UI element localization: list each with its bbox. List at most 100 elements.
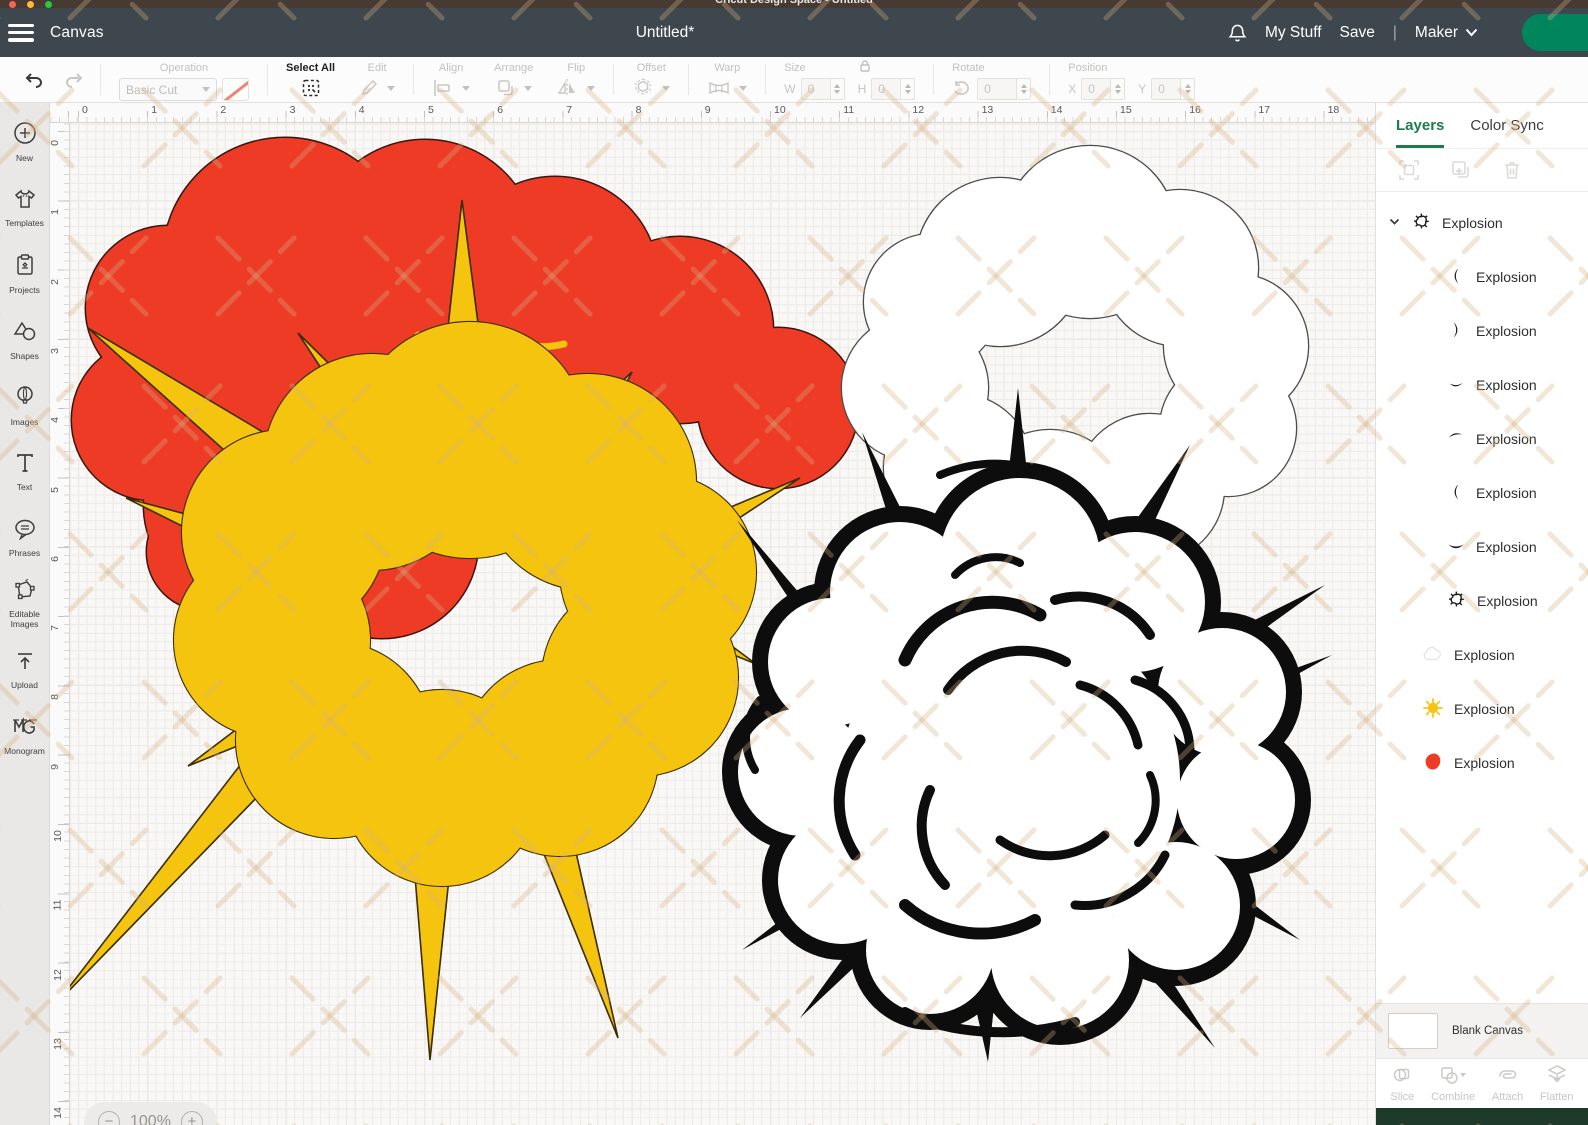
select-all-group: Select All	[274, 57, 347, 102]
redo-icon[interactable]	[63, 70, 85, 90]
operation-label: Operation	[159, 62, 209, 74]
layer-label: Explosion	[1476, 539, 1537, 555]
h-ruler-tick: 13	[981, 104, 994, 116]
group-icon[interactable]	[1398, 159, 1420, 181]
width-stepper[interactable]	[830, 78, 845, 100]
crescent-open-right-icon	[1446, 320, 1466, 343]
combine-button[interactable]: Combine	[1431, 1065, 1475, 1103]
x-stepper[interactable]	[1111, 78, 1126, 100]
height-stepper[interactable]	[901, 78, 916, 100]
app-header: Canvas Untitled* My Stuff Save | Maker	[0, 8, 1588, 57]
layer-row[interactable]: Explosion	[1376, 682, 1588, 736]
align-menu[interactable]	[432, 78, 471, 98]
canvas-artwork	[70, 136, 1332, 1062]
tab-color-sync[interactable]: Color Sync	[1470, 117, 1543, 148]
offset-menu[interactable]	[632, 78, 671, 98]
my-stuff-link[interactable]: My Stuff	[1265, 24, 1322, 42]
layer-label: Explosion	[1442, 215, 1503, 231]
sidebar-item-templates[interactable]: Templates	[0, 175, 49, 241]
v-ruler-tick: 13	[51, 1038, 64, 1050]
align-group: Align	[420, 57, 482, 102]
caret-down-icon	[202, 87, 210, 92]
operation-select[interactable]: Basic Cut	[119, 78, 217, 101]
sidebar-item-text[interactable]: Text	[0, 439, 49, 505]
layer-row[interactable]: Explosion	[1376, 574, 1588, 628]
sidebar-item-monogram[interactable]: Monogram	[0, 703, 49, 769]
h-ruler-tick: 17	[1258, 104, 1271, 116]
blank-canvas-row[interactable]: Blank Canvas	[1376, 1003, 1588, 1058]
sidebar-item-label: Images	[10, 417, 39, 427]
warp-menu[interactable]	[707, 78, 748, 98]
undo-icon[interactable]	[23, 70, 45, 90]
burst-yellow-icon	[1422, 697, 1444, 722]
arrange-menu[interactable]	[496, 78, 532, 98]
sidebar-item-shapes[interactable]: Shapes	[0, 307, 49, 373]
menu-hamburger-icon[interactable]	[8, 23, 34, 42]
crescent-open-left-icon	[1446, 266, 1466, 289]
sidebar-item-label: Text	[16, 482, 33, 492]
promo-banner-strip	[1376, 1108, 1588, 1125]
layer-row[interactable]: Explosion	[1376, 466, 1588, 520]
height-input[interactable]: 0	[871, 78, 902, 100]
sidebar-item-editable-images[interactable]: Editable Images	[0, 571, 49, 637]
flip-menu[interactable]	[557, 78, 596, 98]
width-input[interactable]: 0	[800, 78, 831, 100]
upload-icon	[14, 650, 36, 677]
layer-row[interactable]: Explosion	[1376, 736, 1588, 790]
x-axis-label: X	[1068, 82, 1077, 96]
color-swatch-none[interactable]	[222, 78, 249, 101]
os-titlebar: Cricut Design Space - Untitled	[0, 0, 1588, 8]
layer-row[interactable]: Explosion	[1376, 628, 1588, 682]
zoom-window-icon[interactable]	[45, 1, 52, 8]
layer-label: Explosion	[1454, 755, 1515, 771]
design-canvas[interactable]: 0 1 2 3 4 5 6 7 8 9 10 11 12 13 14 15 16 17 18 01234567891…	[50, 103, 1375, 1125]
zoom-in-icon[interactable]: +	[180, 1111, 203, 1125]
sidebar-item-new[interactable]: New	[0, 109, 49, 175]
rotate-stepper[interactable]	[1017, 78, 1032, 100]
delete-icon[interactable]	[1502, 159, 1522, 181]
arrange-group: Arrange	[482, 57, 545, 102]
edit-group: Edit	[347, 57, 407, 102]
v-ruler-tick: 11	[51, 899, 64, 911]
duplicate-icon[interactable]	[1450, 159, 1472, 181]
nav-canvas[interactable]: Canvas	[50, 24, 104, 42]
chevron-down-icon[interactable]	[1388, 215, 1401, 231]
save-link[interactable]: Save	[1340, 24, 1375, 42]
monogram-icon	[12, 716, 38, 743]
sidebar-item-images[interactable]: Images	[0, 373, 49, 439]
rotate-input[interactable]: 0	[977, 78, 1018, 100]
layer-label: Explosion	[1454, 647, 1515, 663]
make-it-button[interactable]	[1522, 14, 1588, 51]
edit-menu[interactable]	[359, 78, 396, 98]
select-all-icon[interactable]	[301, 78, 321, 98]
lock-icon[interactable]	[858, 59, 872, 73]
slice-button[interactable]: Slice	[1390, 1065, 1414, 1103]
window-title: Cricut Design Space - Untitled	[715, 0, 873, 6]
close-window-icon[interactable]	[9, 1, 16, 8]
layer-row[interactable]: Explosion	[1376, 412, 1588, 466]
h-ruler-tick: 7	[566, 104, 573, 116]
h-ruler-tick: 12	[912, 104, 925, 116]
zoom-out-icon[interactable]: −	[98, 1111, 120, 1125]
x-input[interactable]: 0	[1081, 78, 1112, 100]
layer-row[interactable]: Explosion	[1376, 520, 1588, 574]
layer-row[interactable]: Explosion	[1376, 304, 1588, 358]
flatten-button[interactable]: Flatten	[1540, 1064, 1574, 1103]
machine-selector[interactable]: Maker	[1415, 24, 1478, 42]
layer-row[interactable]: Explosion	[1376, 196, 1588, 250]
y-stepper[interactable]	[1181, 78, 1196, 100]
layer-row[interactable]: Explosion	[1376, 250, 1588, 304]
notifications-bell-icon[interactable]	[1228, 23, 1247, 43]
h-ruler-tick: 10	[774, 104, 786, 116]
sidebar-item-upload[interactable]: Upload	[0, 637, 49, 703]
tab-layers[interactable]: Layers	[1396, 117, 1445, 148]
sidebar-item-phrases[interactable]: Phrases	[0, 505, 49, 571]
tshirt-icon	[13, 188, 37, 215]
layer-row[interactable]: Explosion	[1376, 358, 1588, 412]
right-panel: Layers Color Sync Explosion Explosion Expl…	[1375, 103, 1588, 1125]
y-input[interactable]: 0	[1151, 78, 1182, 100]
sidebar-item-projects[interactable]: Projects	[0, 241, 49, 307]
minimize-window-icon[interactable]	[27, 1, 34, 8]
layer-label: Explosion	[1476, 431, 1537, 447]
attach-button[interactable]: Attach	[1492, 1065, 1523, 1103]
